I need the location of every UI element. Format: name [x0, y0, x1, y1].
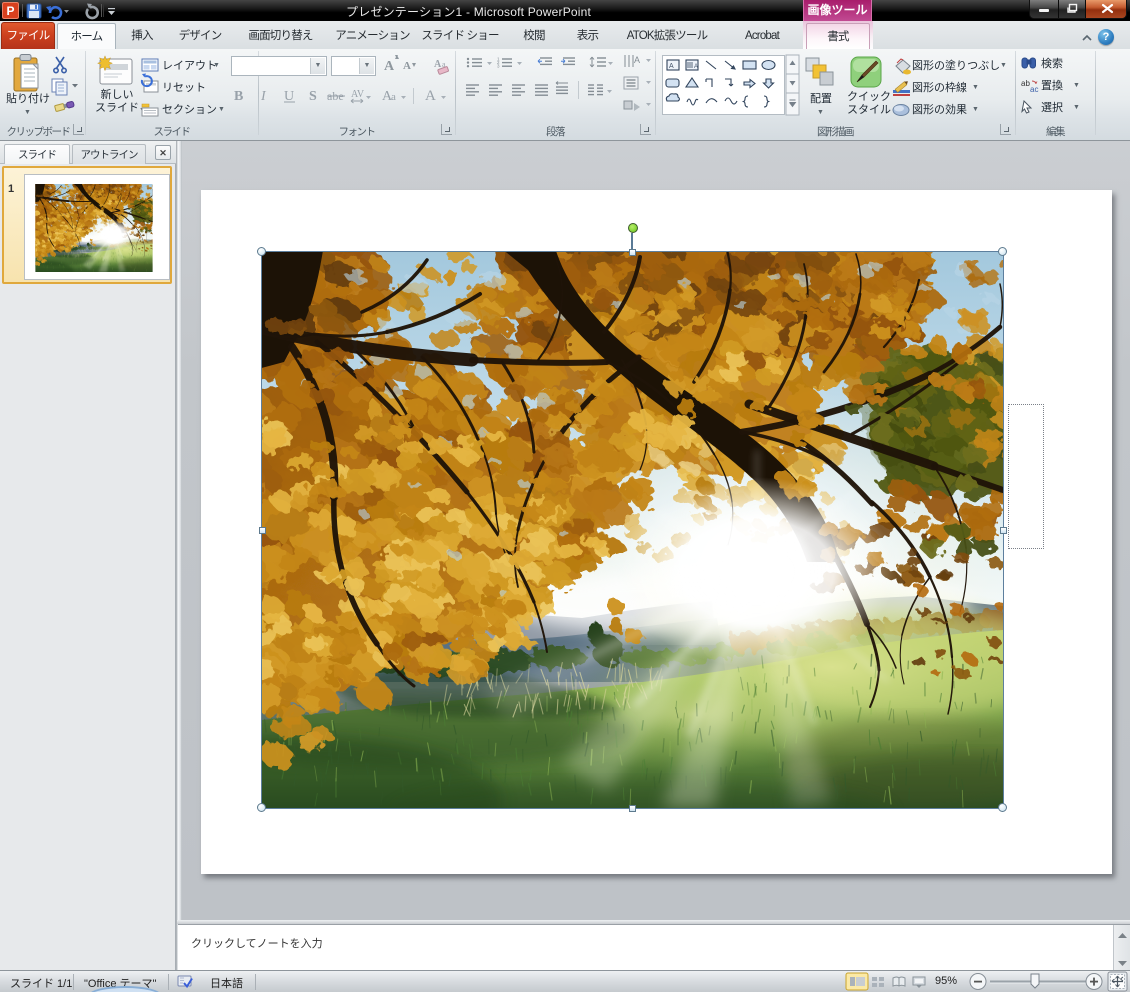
- svg-text:S: S: [309, 89, 317, 104]
- svg-text:3: 3: [497, 64, 500, 69]
- svg-text:I: I: [260, 89, 267, 104]
- svg-text:B: B: [234, 89, 243, 104]
- svg-text:A: A: [669, 63, 674, 70]
- svg-text:A: A: [425, 88, 436, 104]
- svg-text:A: A: [403, 60, 411, 72]
- svg-text:a: a: [391, 91, 396, 103]
- svg-text:A: A: [694, 64, 698, 70]
- svg-text:AV: AV: [351, 89, 365, 100]
- svg-text:ac: ac: [1030, 85, 1038, 94]
- svg-text:A: A: [634, 55, 640, 65]
- svg-text:P: P: [6, 4, 14, 18]
- svg-text:A: A: [384, 59, 395, 74]
